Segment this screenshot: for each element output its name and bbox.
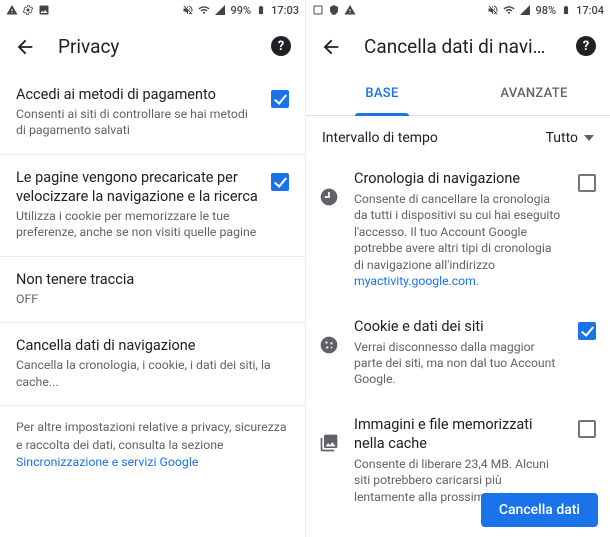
item-do-not-track[interactable]: Non tenere traccia OFF [0,257,305,323]
pane-privacy: 99% 17:03 Privacy ? Accedi ai metodi di … [0,0,305,537]
back-arrow-icon[interactable] [14,36,34,56]
item-title: Non tenere traccia [16,271,289,290]
chevron-down-icon [584,135,594,141]
wifi-icon [198,4,210,16]
tab-label: AVANZATE [500,86,567,101]
item-sub: Utilizza i cookie per memorizzare le tue… [16,209,259,242]
item-title: Cronologia di navigazione [354,170,564,189]
battery-text: 99% [230,4,251,17]
clear-data-list: Cronologia di navigazione Consente di ca… [306,156,610,537]
item-clear-browsing-data[interactable]: Cancella dati di navigazione Cancella la… [0,323,305,406]
signal-icon [519,4,531,16]
cookie-icon [318,334,340,356]
dropdown-value: Tutto [546,130,578,146]
mute-icon [182,4,194,16]
clock-text: 17:03 [271,4,299,17]
image-stack-icon [318,432,340,454]
sync-services-link[interactable]: Sincronizzazione e servizi Google [16,456,198,470]
warning-icon [344,4,356,16]
help-icon[interactable]: ? [576,36,596,56]
time-range-label: Intervallo di tempo [322,130,438,146]
item-title: Cookie e dati dei siti [354,318,564,337]
checkbox[interactable] [578,322,596,340]
item-sub: OFF [16,292,289,309]
help-icon[interactable]: ? [271,36,291,56]
status-bar: 99% 17:03 [0,0,305,20]
header: Privacy ? [0,20,305,72]
settings-icon [22,4,34,16]
square-icon [312,4,324,16]
item-title: Immagini e file memorizzati nella cache [354,416,564,454]
footer-note: Per altre impostazioni relative a privac… [0,406,305,486]
item-preload-pages[interactable]: Le pagine vengono precaricate per veloci… [0,155,305,257]
page-title: Privacy [58,35,247,58]
item-sub: Consenti ai siti di controllare se hai m… [16,107,259,140]
back-arrow-icon[interactable] [320,36,340,56]
tabs: BASE AVANZATE [306,72,610,116]
image-icon [38,4,50,16]
mute-icon [487,4,499,16]
item-title: Cancella dati di navigazione [16,337,289,356]
item-title: Accedi ai metodi di pagamento [16,86,259,105]
time-range-dropdown[interactable]: Tutto [546,130,594,146]
settings-list: Accedi ai metodi di pagamento Consenti a… [0,72,305,537]
item-cookies[interactable]: Cookie e dati dei siti Verrai disconness… [306,304,610,402]
clock-text: 17:04 [576,4,604,17]
page-title: Cancella dati di navig... [364,35,552,58]
tab-label: BASE [365,86,398,101]
checkbox[interactable] [271,173,289,191]
tab-advanced[interactable]: AVANZATE [458,72,610,115]
signal-icon [214,4,226,16]
header: Cancella dati di navig... ? [306,20,610,72]
item-sub: Consente di cancellare la cronologia da … [354,191,564,290]
footer-text: Per altre impostazioni relative a privac… [16,421,287,452]
time-range-row[interactable]: Intervallo di tempo Tutto [306,116,610,156]
shield-icon [328,4,340,16]
warning-icon [6,4,18,16]
wifi-icon [503,4,515,16]
clock-icon [318,186,340,208]
pane-clear-data: 98% 17:04 Cancella dati di navig... ? BA… [305,0,610,537]
checkbox[interactable] [271,90,289,108]
tab-base[interactable]: BASE [306,72,458,115]
item-sub: Cancella la cronologia, i cookie, i dati… [16,358,289,391]
item-payment-methods[interactable]: Accedi ai metodi di pagamento Consenti a… [0,72,305,155]
battery-icon [560,4,572,16]
status-bar: 98% 17:04 [306,0,610,20]
battery-icon [255,4,267,16]
checkbox[interactable] [578,420,596,438]
item-title: Le pagine vengono precaricate per veloci… [16,169,259,207]
checkbox[interactable] [578,174,596,192]
myactivity-link[interactable]: myactivity.google.com [354,274,476,288]
item-sub: Verrai disconnesso dalla maggior parte d… [354,339,564,388]
item-browsing-history[interactable]: Cronologia di navigazione Consente di ca… [306,156,610,304]
clear-data-button[interactable]: Cancella dati [481,493,598,527]
button-row: Cancella dati [481,493,598,527]
battery-text: 98% [535,4,556,17]
